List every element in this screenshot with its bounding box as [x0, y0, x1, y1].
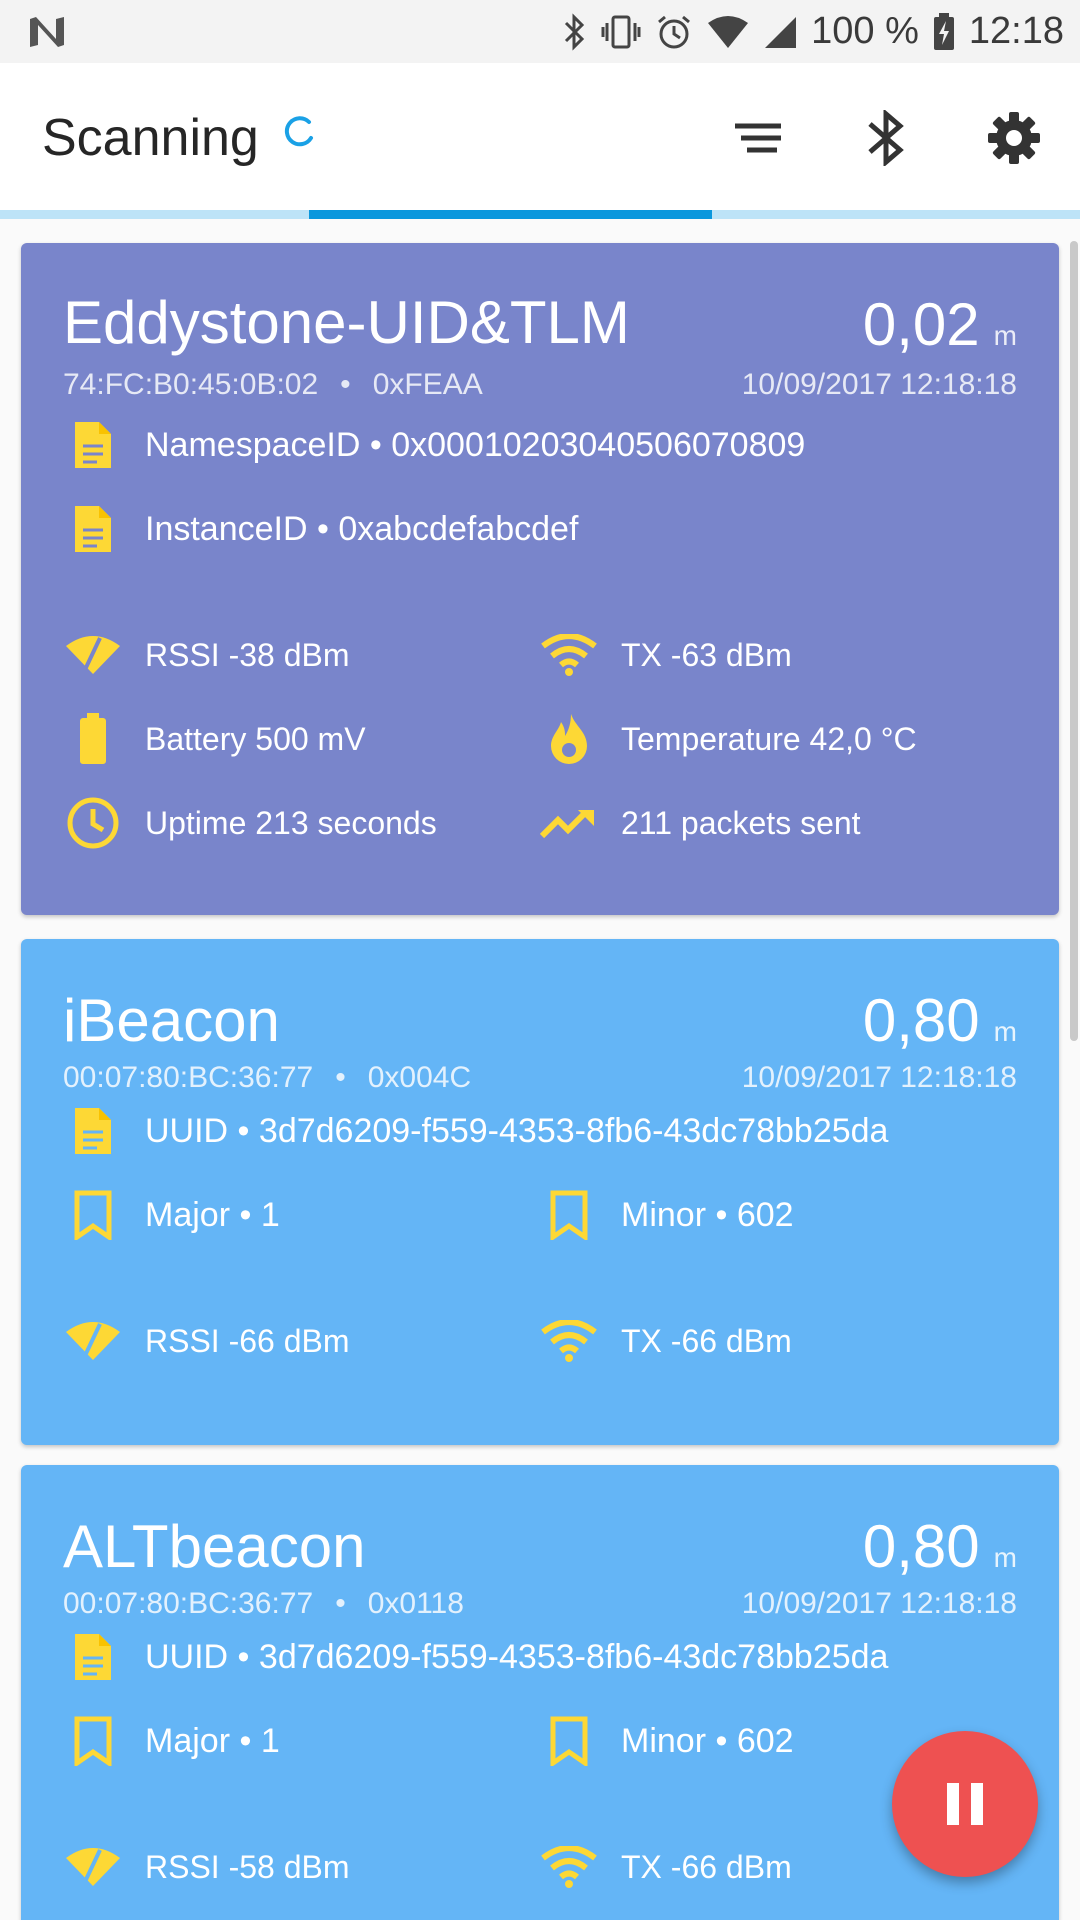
beacon-card-eddystone[interactable]: Eddystone-UID&TLM 0,02 m 74:FC:B0:45:0B:0…	[21, 243, 1059, 915]
uptime-stat: Uptime 213 seconds	[63, 781, 539, 865]
scanning-spinner-icon	[281, 114, 315, 153]
sort-button[interactable]	[726, 106, 790, 170]
temperature-stat: Temperature 42,0 °C	[539, 697, 1015, 781]
notification-n-icon	[28, 15, 66, 49]
minor-stat: Minor • 602	[539, 1173, 1015, 1257]
rssi-stat: RSSI -58 dBm	[63, 1825, 539, 1909]
clock-icon	[63, 793, 123, 853]
app-bar: Scanning	[0, 63, 1080, 213]
scan-progress-bar	[308, 210, 712, 219]
bluetooth-button[interactable]	[854, 106, 918, 170]
battery-stat: Battery 500 mV	[63, 697, 539, 781]
status-bar: 100 % 12:18	[0, 0, 1080, 63]
pause-scan-button[interactable]	[892, 1731, 1038, 1877]
document-icon	[63, 499, 123, 559]
document-icon	[63, 1101, 123, 1161]
document-icon	[63, 1627, 123, 1687]
cell-signal-icon	[763, 15, 797, 49]
alarm-icon	[655, 13, 693, 51]
gear-icon	[988, 112, 1040, 164]
wifi-signal-icon	[707, 15, 749, 49]
bookmark-icon	[63, 1711, 123, 1771]
beacon-distance: 0,02 m	[862, 291, 1017, 358]
beacon-name: ALTbeacon	[63, 1513, 366, 1580]
clock-time: 12:18	[968, 10, 1064, 52]
bookmark-icon	[539, 1185, 599, 1245]
beacon-distance: 0,80 m	[862, 1513, 1017, 1580]
tx-stat: TX -63 dBm	[539, 613, 1015, 697]
page-title: Scanning	[42, 109, 259, 167]
settings-button[interactable]	[982, 106, 1046, 170]
beacon-card-altbeacon[interactable]: ALTbeacon 0,80 m 00:07:80:BC:36:77 • 0x0118…	[21, 1465, 1059, 1920]
rssi-stat: RSSI -38 dBm	[63, 613, 539, 697]
rssi-stat: RSSI -66 dBm	[63, 1299, 539, 1383]
battery-status-label: 100 %	[811, 10, 919, 52]
beacon-timestamp: 10/09/2017 12:18:18	[741, 368, 1017, 401]
bookmark-icon	[539, 1711, 599, 1771]
pause-icon	[947, 1783, 983, 1825]
namespace-row: NamespaceID • 0x00010203040506070809	[63, 403, 1017, 487]
wifi-icon	[539, 1837, 599, 1897]
document-icon	[63, 415, 123, 475]
wifi-icon	[539, 625, 599, 685]
instance-row: InstanceID • 0xabcdefabcdef	[63, 487, 1017, 571]
uuid-row: UUID • 3d7d6209-f559-4353-8fb6-43dc78bb2…	[63, 1089, 1017, 1173]
major-stat: Major • 1	[63, 1173, 539, 1257]
vibrate-icon	[601, 13, 641, 51]
list-scrollbar[interactable]	[1070, 241, 1078, 1041]
beacon-address: 74:FC:B0:45:0B:02 • 0xFEAA	[63, 368, 483, 401]
packets-stat: 211 packets sent	[539, 781, 1015, 865]
major-stat: Major • 1	[63, 1699, 539, 1783]
bookmark-icon	[63, 1185, 123, 1245]
battery-charging-icon	[933, 12, 955, 51]
tx-stat: TX -66 dBm	[539, 1299, 1015, 1383]
scan-progress-track	[0, 210, 1080, 219]
trending-icon	[539, 793, 599, 853]
battery-icon	[63, 709, 123, 769]
bluetooth-icon	[868, 110, 904, 166]
uuid-row: UUID • 3d7d6209-f559-4353-8fb6-43dc78bb2…	[63, 1615, 1017, 1699]
rssi-icon	[63, 625, 123, 685]
beacon-name: Eddystone-UID&TLM	[63, 289, 630, 356]
flame-icon	[539, 709, 599, 769]
rssi-icon	[63, 1311, 123, 1371]
wifi-icon	[539, 1311, 599, 1371]
bluetooth-icon	[563, 12, 587, 51]
beacon-list[interactable]: Eddystone-UID&TLM 0,02 m 74:FC:B0:45:0B:0…	[0, 219, 1080, 1920]
beacon-card-ibeacon[interactable]: iBeacon 0,80 m 00:07:80:BC:36:77 • 0x004C 1…	[21, 939, 1059, 1445]
rssi-icon	[63, 1837, 123, 1897]
beacon-distance: 0,80 m	[862, 987, 1017, 1054]
sort-icon	[735, 123, 781, 153]
beacon-name: iBeacon	[63, 987, 280, 1054]
